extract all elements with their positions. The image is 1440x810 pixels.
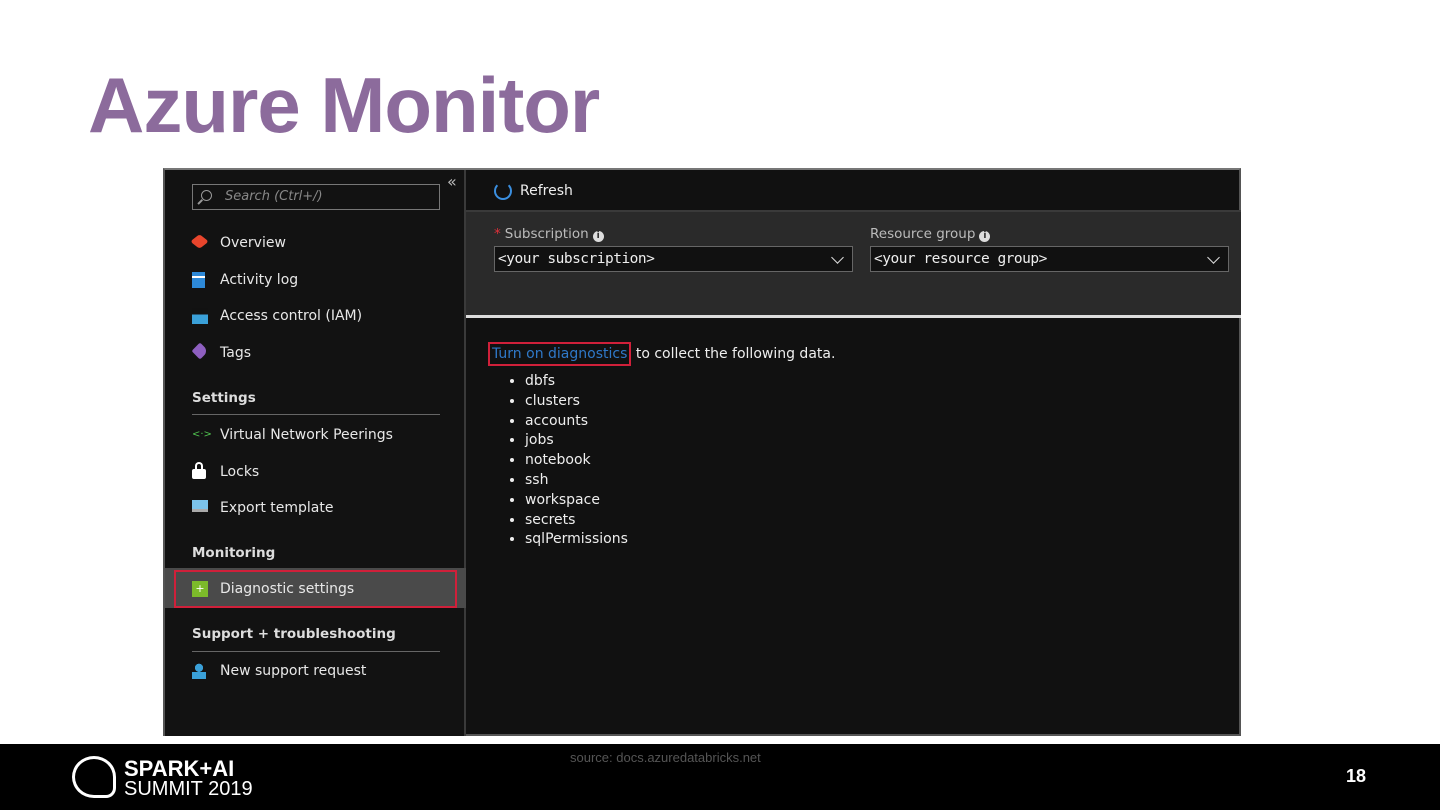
sidebar-item-label: Virtual Network Peerings [220, 427, 393, 443]
azure-portal-screenshot: Search (Ctrl+/) « Overview Activity log … [163, 168, 1241, 736]
divider [192, 651, 440, 652]
sidebar-item-export-template[interactable]: Export template [192, 497, 333, 519]
sidebar-item-activity-log[interactable]: Activity log [192, 269, 298, 291]
search-input[interactable]: Search (Ctrl+/) [192, 184, 440, 210]
source-caption: source: docs.azuredatabricks.net [570, 750, 761, 765]
log-category-item: workspace [525, 491, 628, 511]
sidebar-item-label: Locks [220, 464, 260, 480]
sidebar-item-label: Export template [220, 500, 334, 516]
refresh-icon [494, 182, 512, 200]
toolbar: Refresh [466, 170, 1241, 212]
dropdown-value: <your resource group> [874, 251, 1047, 267]
log-category-item: jobs [525, 431, 628, 451]
logo-mark [72, 756, 116, 798]
sidebar-item-iam[interactable]: Access control (IAM) [192, 305, 362, 327]
page-number: 18 [1346, 766, 1367, 786]
label-text: Resource group [870, 226, 976, 242]
resource-group-dropdown[interactable]: <your resource group> [870, 246, 1229, 272]
overview-icon [190, 234, 209, 249]
sidebar-item-locks[interactable]: Locks [192, 461, 259, 483]
section-support: Support + troubleshooting [192, 626, 396, 642]
sidebar-item-label: Access control (IAM) [220, 308, 363, 324]
log-category-item: clusters [525, 392, 628, 412]
message-text: to collect the following data. [631, 346, 836, 362]
log-category-item: dbfs [525, 372, 628, 392]
section-monitoring: Monitoring [192, 545, 276, 561]
search-icon [201, 190, 212, 201]
diagnostic-icon: + [192, 581, 208, 597]
sidebar-item-label: Overview [220, 235, 286, 251]
filter-panel: * Subscription i <your subscription> Resou… [466, 212, 1241, 318]
diagnostics-message: Turn on diagnostics to collect the follo… [488, 342, 836, 366]
chevron-down-icon [1207, 251, 1220, 264]
log-category-item: secrets [525, 511, 628, 531]
sidebar-item-label: Tags [220, 345, 251, 361]
info-icon[interactable]: i [979, 231, 991, 242]
collapse-sidebar-button[interactable]: « [447, 172, 457, 191]
log-category-item: notebook [525, 451, 628, 471]
info-icon[interactable]: i [592, 231, 604, 242]
log-category-list: dbfsclustersaccountsjobsnotebooksshworks… [525, 372, 628, 550]
peering-icon: <·> [192, 429, 212, 440]
sidebar-item-label: Diagnostic settings [220, 581, 355, 597]
support-icon [192, 663, 206, 679]
refresh-label: Refresh [520, 183, 573, 199]
log-category-item: sqlPermissions [525, 530, 628, 550]
turn-on-diagnostics-link[interactable]: Turn on diagnostics [488, 342, 632, 366]
iam-icon [192, 308, 208, 324]
chevron-down-icon [831, 251, 844, 264]
refresh-button[interactable]: Refresh [494, 180, 573, 202]
subscription-label: * Subscription i [494, 226, 604, 242]
subscription-dropdown[interactable]: <your subscription> [494, 246, 853, 272]
sidebar-item-label: Activity log [220, 272, 299, 288]
sidebar-item-virtual-network-peerings[interactable]: <·> Virtual Network Peerings [192, 424, 393, 446]
tag-icon [191, 342, 209, 360]
divider [192, 414, 440, 415]
log-category-item: accounts [525, 412, 628, 432]
logo-line2: SUMMIT 2019 [124, 778, 253, 800]
sidebar: Search (Ctrl+/) « Overview Activity log … [165, 170, 466, 736]
log-category-item: ssh [525, 471, 628, 491]
dropdown-value: <your subscription> [498, 251, 655, 267]
required-marker: * [494, 226, 501, 242]
section-settings: Settings [192, 390, 256, 406]
activity-log-icon [192, 272, 205, 288]
lock-shackle [195, 462, 203, 471]
sidebar-item-tags[interactable]: Tags [191, 342, 251, 364]
slide-footer: SPARK+AI SUMMIT 2019 source: docs.azureda… [0, 744, 1440, 810]
sidebar-item-label: New support request [220, 663, 367, 679]
slide-title: Azure Monitor [88, 61, 600, 149]
sidebar-item-new-support-request[interactable]: New support request [192, 660, 366, 682]
resource-group-label: Resource group i [870, 226, 991, 242]
export-template-icon [192, 500, 208, 512]
label-text: Subscription [504, 226, 589, 242]
search-placeholder: Search (Ctrl+/) [225, 189, 323, 204]
sidebar-item-overview[interactable]: Overview [190, 232, 286, 254]
sidebar-item-diagnostic-settings[interactable]: + Diagnostic settings [192, 578, 354, 600]
